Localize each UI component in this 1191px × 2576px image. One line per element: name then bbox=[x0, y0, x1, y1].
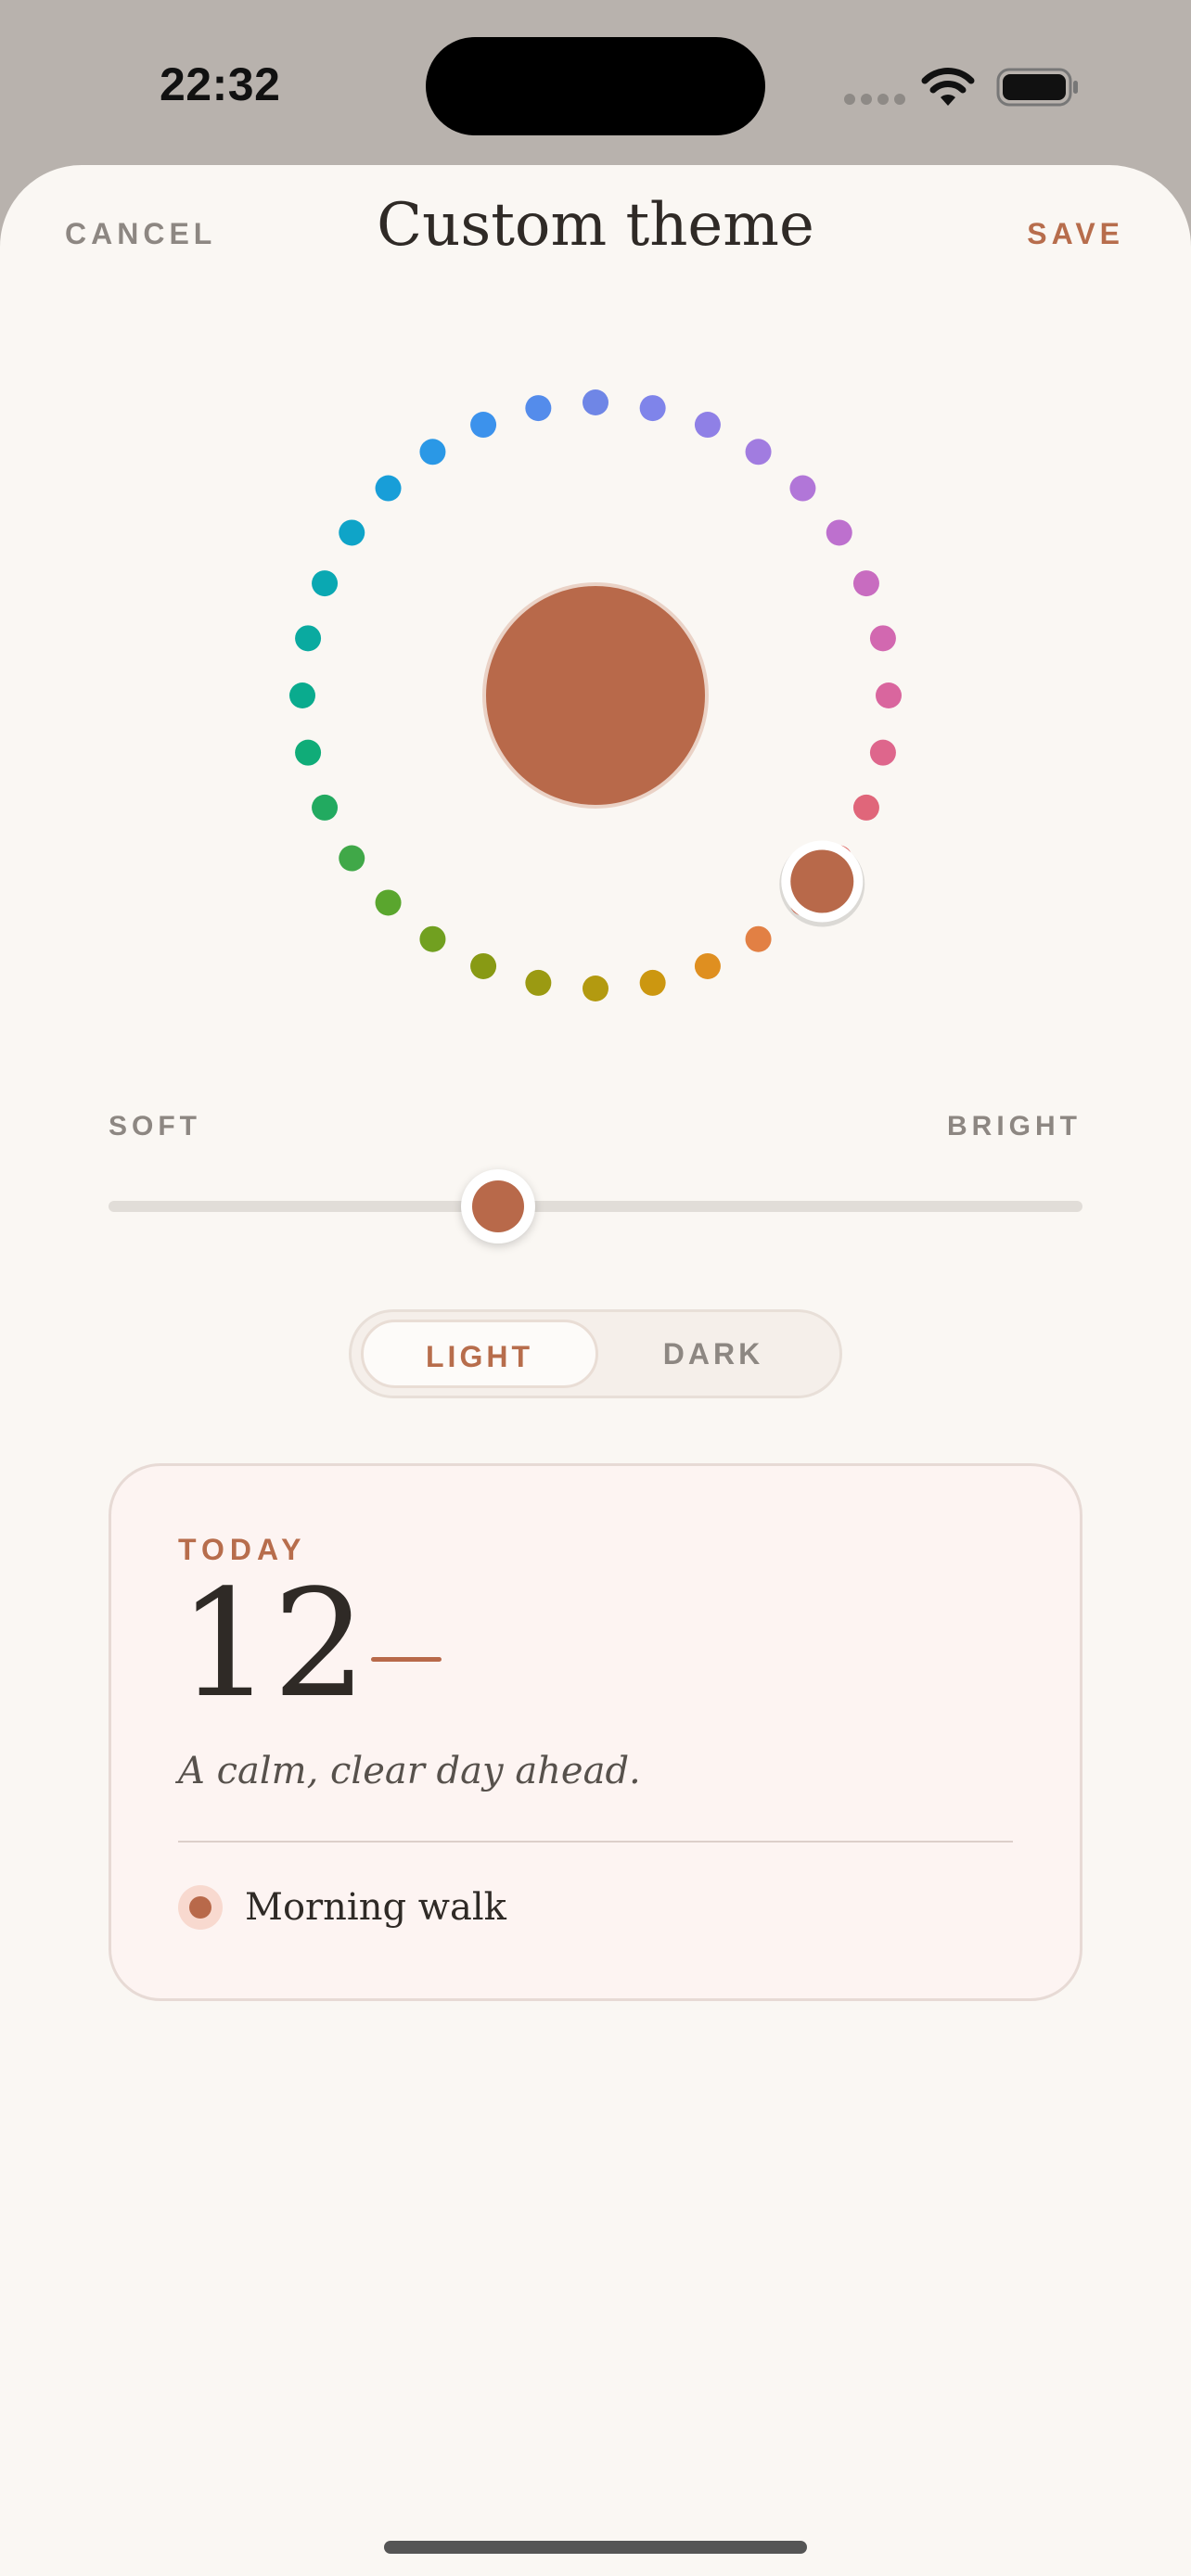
hue-dot[interactable] bbox=[419, 439, 446, 465]
save-button[interactable]: SAVE bbox=[1027, 217, 1124, 251]
color-wheel[interactable] bbox=[262, 362, 929, 1029]
hue-dot[interactable] bbox=[525, 395, 552, 422]
status-time: 22:32 bbox=[160, 58, 281, 110]
hue-dot[interactable] bbox=[470, 412, 497, 439]
color-wheel-svg[interactable] bbox=[262, 362, 929, 1029]
hue-dot[interactable] bbox=[869, 739, 896, 766]
hue-dot[interactable] bbox=[470, 952, 497, 979]
slider-bright-label: BRIGHT bbox=[947, 1111, 1082, 1141]
mode-light-option[interactable]: LIGHT bbox=[361, 1320, 598, 1388]
hue-dot[interactable] bbox=[789, 475, 816, 502]
hue-dot[interactable] bbox=[525, 969, 552, 996]
mode-dark-option[interactable]: DARK bbox=[595, 1320, 832, 1388]
hue-dot[interactable] bbox=[339, 519, 365, 546]
event-dot-icon bbox=[178, 1885, 223, 1930]
hue-dot[interactable] bbox=[295, 625, 322, 652]
wifi-icon bbox=[921, 68, 975, 106]
hue-dot[interactable] bbox=[639, 395, 666, 422]
home-indicator bbox=[384, 2541, 807, 2554]
battery-icon bbox=[996, 68, 1078, 107]
custom-theme-sheet: CANCEL Custom theme SAVE SOFT BRIGHT LIG… bbox=[0, 165, 1191, 2576]
hue-dot[interactable] bbox=[339, 845, 365, 872]
hue-dot[interactable] bbox=[745, 925, 772, 952]
slider-soft-label: SOFT bbox=[109, 1111, 201, 1141]
status-bar: 22:32 bbox=[0, 0, 1191, 167]
hue-dot[interactable] bbox=[289, 682, 315, 708]
hue-dot[interactable] bbox=[312, 794, 339, 821]
hue-dot[interactable] bbox=[312, 570, 339, 597]
page-title: Custom theme bbox=[377, 191, 814, 260]
hue-dot[interactable] bbox=[876, 682, 902, 708]
brightness-slider-track[interactable] bbox=[109, 1201, 1082, 1212]
mode-toggle: LIGHT DARK bbox=[349, 1309, 842, 1398]
hue-dot[interactable] bbox=[639, 969, 666, 996]
hue-dot[interactable] bbox=[852, 570, 879, 597]
hue-dot[interactable] bbox=[295, 739, 322, 766]
event-label: Morning walk bbox=[245, 1886, 506, 1929]
hue-dot[interactable] bbox=[852, 794, 879, 821]
hue-dot[interactable] bbox=[375, 475, 402, 502]
selected-color-preview bbox=[482, 582, 709, 809]
signal-icon bbox=[844, 93, 911, 109]
day-caption: A calm, clear day ahead. bbox=[178, 1750, 641, 1792]
hue-dot[interactable] bbox=[694, 952, 721, 979]
hue-dot[interactable] bbox=[583, 389, 608, 415]
hue-handle[interactable] bbox=[779, 840, 865, 927]
hue-dot[interactable] bbox=[419, 925, 446, 952]
hue-dot[interactable] bbox=[694, 412, 721, 439]
hue-dot[interactable] bbox=[375, 889, 402, 916]
hue-dot[interactable] bbox=[745, 439, 772, 465]
day-dash bbox=[371, 1657, 442, 1662]
preview-card: TODAY 12 A calm, clear day ahead. Mornin… bbox=[109, 1463, 1082, 2001]
hue-dot[interactable] bbox=[869, 625, 896, 652]
card-divider bbox=[178, 1841, 1013, 1843]
dynamic-island bbox=[426, 37, 765, 135]
hue-dot[interactable] bbox=[826, 519, 852, 546]
day-number: 12 bbox=[178, 1557, 367, 1730]
hue-dot[interactable] bbox=[583, 976, 608, 1001]
brightness-slider-thumb[interactable] bbox=[461, 1169, 535, 1243]
